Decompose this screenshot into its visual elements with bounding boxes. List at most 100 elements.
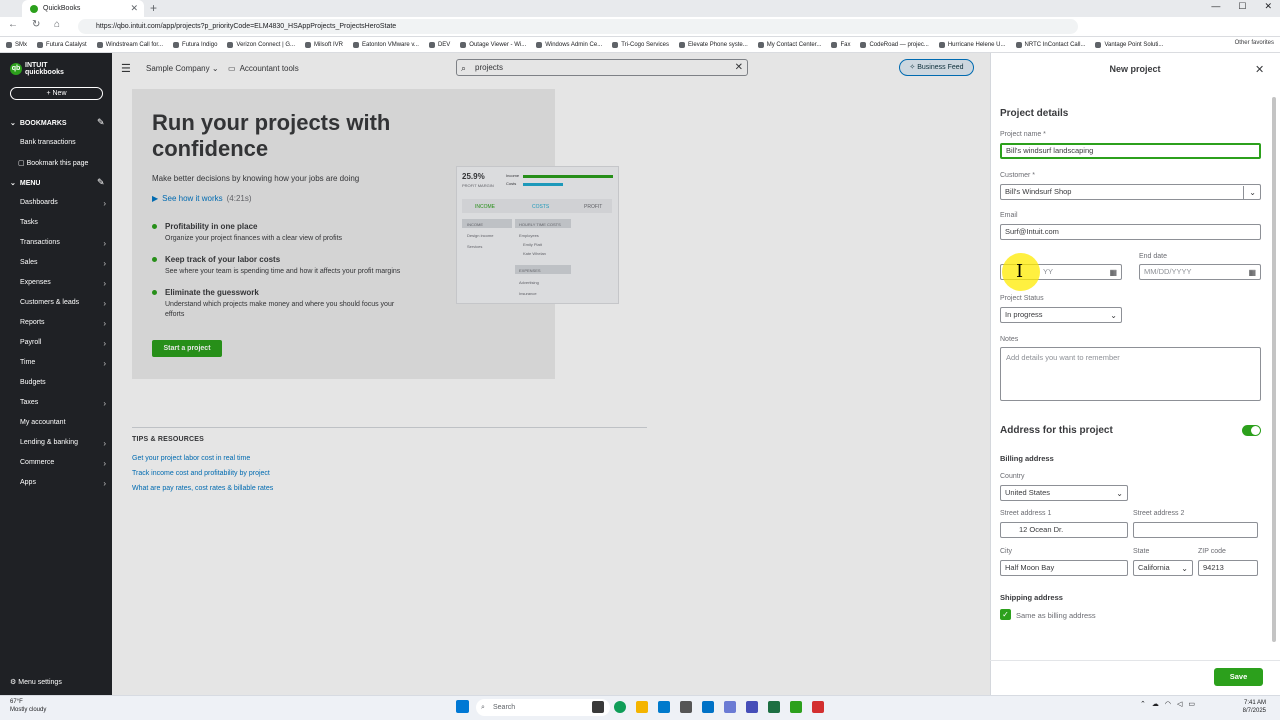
chevron-right-icon: › [103, 319, 106, 328]
sidebar-item[interactable]: Tasks [20, 219, 110, 226]
bookmark-link[interactable]: Elevate Phone syste... [679, 41, 748, 48]
sidebar-item[interactable]: Customers & leads › [20, 299, 110, 308]
bookmark-link[interactable]: DEV [428, 41, 450, 48]
calendar-icon[interactable]: ▦ [1248, 266, 1256, 280]
street2-input[interactable] [1133, 522, 1258, 538]
bookmark-this-page[interactable]: ▢ Bookmark this page [18, 159, 108, 167]
taskbar-search[interactable]: ⌕ Search [476, 699, 610, 716]
sidebar-item[interactable]: Sales › [20, 259, 110, 268]
bookmark-link[interactable]: Verizon Connect | G... [227, 41, 295, 48]
bookmark-link[interactable]: NRTC InContact Call... [1015, 41, 1085, 48]
menu-settings[interactable]: ⚙ Menu settings [10, 678, 62, 686]
bookmark-link[interactable]: Outage Viewer - Wi... [460, 41, 526, 48]
bookmark-link[interactable]: Windstream Call for... [96, 41, 163, 48]
other-favorites[interactable]: Other favorites [1235, 40, 1274, 46]
chevron-right-icon: › [103, 339, 106, 348]
new-button[interactable]: + New [10, 87, 103, 100]
taskview-icon[interactable] [592, 701, 604, 713]
quickbooks-logo[interactable]: qb INTUIT quickbooks [10, 62, 64, 76]
onedrive-icon[interactable]: ☁ [1152, 700, 1159, 708]
email-field[interactable]: Surf@Intuit.com [1000, 224, 1261, 240]
bookmark-link[interactable]: My Contact Center... [757, 41, 821, 48]
url-field[interactable]: https://qbo.intuit.com/app/projects?p_pr… [78, 19, 1078, 34]
bookmark-link[interactable]: Windows Admin Ce... [536, 41, 602, 48]
quickbooks-taskbar-icon[interactable] [790, 701, 802, 713]
sidebar-item[interactable]: Commerce › [20, 459, 110, 468]
end-date-field[interactable]: MM/DD/YYYY ▦ [1139, 264, 1261, 280]
close-icon[interactable]: ✕ [1255, 63, 1264, 76]
edit-bookmarks-icon[interactable]: ✎ [97, 117, 105, 128]
app-icon[interactable] [812, 701, 824, 713]
sidebar-item[interactable]: Payroll › [20, 339, 110, 348]
home-icon[interactable]: ⌂ [54, 19, 60, 30]
customer-select[interactable]: Bill's Windsurf Shop ⌄ [1000, 184, 1261, 200]
state-label: State [1133, 548, 1150, 555]
bookmark-link[interactable]: Fax [831, 41, 850, 48]
same-as-billing-checkbox[interactable]: ✓ [1000, 609, 1011, 620]
sidebar-item[interactable]: Reports › [20, 319, 110, 328]
bookmark-link[interactable]: Eatonton VMware v... [353, 41, 419, 48]
wifi-icon[interactable]: ◠ [1165, 700, 1171, 708]
app-icon[interactable] [724, 701, 736, 713]
project-name-input[interactable]: Bill's windsurf landscaping [1000, 143, 1261, 159]
notes-label: Notes [1000, 336, 1019, 343]
state-select[interactable]: California ⌄ [1133, 560, 1193, 576]
battery-icon[interactable]: ▭ [1188, 700, 1195, 708]
sidebar-item[interactable]: My accountant [20, 419, 110, 426]
sidebar-item[interactable]: Transactions › [20, 239, 110, 248]
bookmark-link[interactable]: Hurricane Helene U... [938, 41, 1006, 48]
edge-icon[interactable] [614, 701, 626, 713]
bookmark-favicon-icon [227, 41, 234, 48]
street1-input[interactable]: 12 Ocean Dr. [1000, 522, 1128, 538]
sidebar-item[interactable]: Budgets [20, 379, 110, 386]
country-select[interactable]: United States ⌄ [1000, 485, 1128, 501]
weather-widget[interactable]: 67°F Mostly cloudy [10, 698, 46, 714]
project-status-select[interactable]: In progress ⌄ [1000, 307, 1122, 323]
sidebar-item[interactable]: Dashboards › [20, 199, 110, 208]
bookmark-item[interactable]: Bank transactions [20, 139, 110, 146]
bookmark-link[interactable]: Vantage Point Soluti... [1095, 41, 1163, 48]
sidebar-item[interactable]: Time › [20, 359, 110, 368]
bookmark-link[interactable]: SMx [6, 41, 27, 48]
chevron-up-icon[interactable]: ⌃ [1140, 700, 1146, 708]
volume-icon[interactable]: ◁ [1177, 700, 1182, 708]
bookmark-link[interactable]: Tri-Cogo Services [612, 41, 669, 48]
vscode-icon[interactable] [658, 701, 670, 713]
clock[interactable]: 7:41 AM 8/7/2025 [1226, 699, 1266, 715]
app-icon[interactable] [680, 701, 692, 713]
bookmark-link[interactable]: Milsoft IVR [305, 41, 343, 48]
teams-icon[interactable] [746, 701, 758, 713]
chevron-right-icon: › [103, 359, 106, 368]
outlook-icon[interactable] [702, 701, 714, 713]
sidebar-item[interactable]: Taxes › [20, 399, 110, 408]
calendar-icon[interactable]: ▦ [1109, 266, 1117, 280]
new-tab-icon[interactable]: + [150, 1, 157, 15]
bookmark-link[interactable]: Futura Indigo [173, 41, 217, 48]
bookmark-link[interactable]: CodeRoad — projec... [860, 41, 929, 48]
file-explorer-icon[interactable] [636, 701, 648, 713]
close-tab-icon[interactable]: ✕ [130, 3, 138, 14]
notes-textarea[interactable]: Add details you want to remember [1000, 347, 1261, 401]
excel-icon[interactable] [768, 701, 780, 713]
windows-start-icon[interactable] [456, 700, 469, 713]
zip-input[interactable]: 94213 [1198, 560, 1258, 576]
refresh-icon[interactable]: ↻ [32, 19, 40, 30]
maximize-icon[interactable]: ☐ [1238, 1, 1246, 12]
browser-tab[interactable]: QuickBooks ✕ [22, 0, 144, 17]
modal-backdrop[interactable] [112, 53, 990, 695]
bookmarks-section[interactable]: ⌄ BOOKMARKS [10, 119, 67, 128]
sidebar-item[interactable]: Expenses › [20, 279, 110, 288]
save-button[interactable]: Save [1214, 668, 1263, 686]
city-input[interactable]: Half Moon Bay [1000, 560, 1128, 576]
sidebar-item[interactable]: Lending & banking › [20, 439, 110, 448]
sidebar-item[interactable]: Apps › [20, 479, 110, 488]
minimize-icon[interactable]: — [1211, 1, 1220, 12]
edit-menu-icon[interactable]: ✎ [97, 177, 105, 188]
bookmark-link[interactable]: Futura Catalyst [37, 41, 87, 48]
close-window-icon[interactable]: ✕ [1264, 1, 1272, 12]
back-icon[interactable]: ← [8, 19, 18, 30]
address-toggle[interactable] [1242, 425, 1261, 436]
sidebar-item-label: Taxes [20, 399, 39, 406]
panel-scrollbar[interactable] [1272, 97, 1276, 642]
menu-section[interactable]: ⌄ MENU [10, 179, 41, 188]
